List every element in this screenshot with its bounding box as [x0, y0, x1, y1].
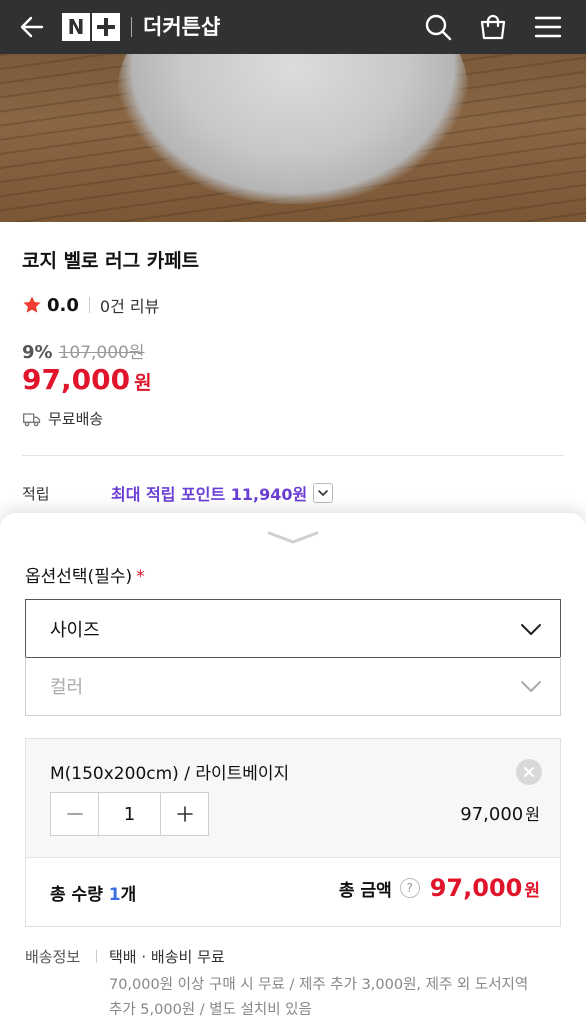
sheet-collapse-handle-icon[interactable] [266, 528, 320, 546]
logo-letter: N [62, 13, 90, 41]
chevron-down-icon [318, 490, 329, 496]
product-image-carousel[interactable]: 1 / 5 [0, 54, 586, 222]
size-select[interactable]: 사이즈 [25, 599, 561, 658]
selected-option-box: M(150x200cm) / 라이트베이지 1 97,000 원 총 수량 1개 … [25, 738, 561, 927]
quantity-value[interactable]: 1 [98, 793, 161, 835]
menu-icon[interactable] [533, 12, 563, 42]
total-amount: 총 금액 ? 97,000 원 [339, 874, 540, 902]
selected-item-name: M(150x200cm) / 라이트베이지 [50, 764, 290, 784]
original-price: 107,000원 [58, 343, 145, 363]
search-icon[interactable] [423, 12, 453, 42]
rating-score: 0.0 [47, 294, 79, 316]
size-select-label: 사이즈 [50, 619, 100, 641]
plus-icon [92, 13, 120, 41]
points-expand-button[interactable] [313, 483, 334, 503]
shipping-info-divider [96, 950, 97, 963]
help-icon[interactable]: ? [399, 878, 420, 898]
color-select-label: 컬러 [50, 677, 84, 698]
total-amount-unit: 원 [524, 880, 540, 901]
sale-price-value: 97,000 [22, 363, 131, 396]
shipping-info-detail-2: 추가 5,000원 / 별도 설치비 있음 [109, 1002, 312, 1018]
shipping-info-main: 택배 · 배송비 무료 [109, 948, 225, 966]
rating-row[interactable]: 0.0 0건 리뷰 [22, 293, 159, 317]
discount-row: 9% 107,000원 [22, 338, 145, 363]
header-divider [131, 17, 132, 37]
points-value: 최대 적립 포인트 11,940원 [111, 485, 308, 504]
review-count[interactable]: 0건 리뷰 [100, 293, 159, 317]
total-qty-unit: 개 [120, 885, 137, 905]
rating-divider [88, 297, 90, 313]
close-icon [524, 767, 534, 777]
store-name[interactable]: 더커튼샵 [143, 13, 220, 41]
points-label: 적립 [22, 484, 50, 503]
quantity-stepper: 1 [50, 792, 209, 836]
total-qty-label: 총 수량 [50, 885, 103, 905]
plus-icon [176, 806, 193, 822]
color-select[interactable]: 컬러 [25, 657, 561, 716]
truck-icon [23, 412, 41, 426]
product-title: 코지 벨로 러그 카페트 [22, 250, 200, 272]
required-mark: * [136, 567, 145, 587]
selected-item-price: 97,000 원 [460, 801, 540, 825]
option-title-text: 옵션선택(필수) [25, 567, 133, 587]
chevron-down-icon [521, 681, 541, 692]
back-arrow-icon[interactable] [18, 13, 46, 41]
total-summary: 총 수량 1개 총 금액 ? 97,000 원 [26, 857, 560, 926]
shipping-info-label: 배송정보 [25, 948, 81, 966]
item-price-value: 97,000 [460, 804, 524, 825]
star-icon [23, 296, 41, 313]
decrease-quantity-button[interactable] [51, 793, 98, 835]
item-price-unit: 원 [525, 805, 540, 824]
selected-item: M(150x200cm) / 라이트베이지 1 97,000 원 [26, 739, 560, 857]
total-amount-label: 총 금액 [338, 880, 392, 901]
increase-quantity-button[interactable] [161, 793, 208, 835]
section-divider [22, 455, 564, 456]
shipping-badge: 무료배송 [22, 408, 103, 429]
sale-price: 97,000 원 [22, 363, 152, 396]
top-navigation-bar: N 더커튼샵 [0, 0, 586, 54]
shopping-bag-icon[interactable] [478, 12, 508, 42]
shipping-info-detail-1: 70,000원 이상 구매 시 무료 / 제주 추가 3,000원, 제주 외 … [109, 977, 529, 993]
total-quantity: 총 수량 1개 [50, 880, 136, 905]
shipping-text: 무료배송 [48, 410, 104, 428]
points-row[interactable]: 적립 최대 적립 포인트 11,940원 [22, 481, 334, 505]
remove-item-button[interactable] [516, 759, 542, 785]
discount-rate: 9% [22, 342, 53, 363]
minus-icon [66, 813, 83, 815]
naver-plus-logo[interactable]: N [62, 13, 120, 41]
chevron-down-icon [521, 624, 541, 635]
total-amount-value: 97,000 [429, 874, 523, 902]
total-qty-value: 1 [108, 885, 121, 905]
option-section-title: 옵션선택(필수) * [25, 562, 145, 587]
sale-price-unit: 원 [134, 372, 152, 394]
